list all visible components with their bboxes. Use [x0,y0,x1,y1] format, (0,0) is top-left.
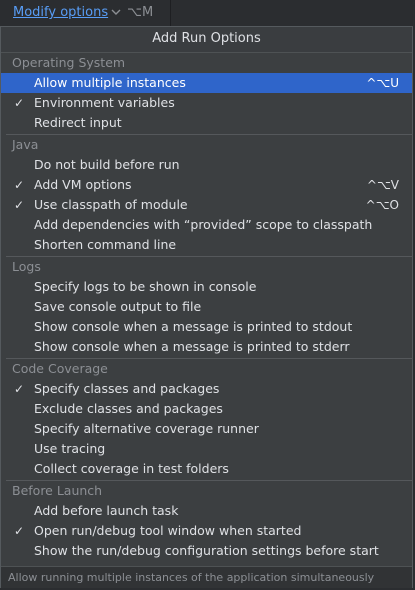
option-label: Specify alternative coverage runner [34,421,259,436]
option-label: Add VM options [34,177,132,192]
option-label: Redirect input [34,115,122,130]
footer-text: Allow running multiple instances of the … [8,571,375,584]
option-item[interactable]: Exclude classes and packages [1,399,412,419]
section-separator [6,480,413,481]
option-item[interactable]: Redirect input [1,113,412,133]
option-shortcut: ^⌥V [366,178,399,192]
option-item[interactable]: Show the run/debug configuration setting… [1,541,412,561]
section-header: Operating System [12,55,126,70]
option-item[interactable]: ✓ Specify classes and packages [1,379,412,399]
option-label: Save console output to file [34,299,202,314]
option-label: Allow multiple instances [34,75,186,90]
option-item[interactable]: Allow multiple instances ^⌥U [1,73,412,93]
option-item[interactable]: Save console output to file [1,297,412,317]
chevron-down-icon[interactable] [110,6,122,18]
option-item[interactable]: ✓ Add VM options ^⌥V [1,175,412,195]
section-separator [6,358,413,359]
option-label: Use classpath of module [34,197,188,212]
section-header: Java [12,137,39,152]
option-item[interactable]: Shorten command line [1,235,412,255]
add-run-options-popup: Add Run Options Operating System Allow mu… [0,26,413,588]
option-shortcut: ^⌥U [366,76,399,90]
popup-footer-hint: Allow running multiple instances of the … [1,566,412,588]
option-label: Show console when a message is printed t… [34,339,350,354]
option-item[interactable]: Show console when a message is printed t… [1,337,412,357]
option-item[interactable]: ✓ Use classpath of module ^⌥O [1,195,412,215]
section-header: Before Launch [12,483,103,498]
option-item[interactable]: Specify logs to be shown in console [1,277,412,297]
toolbar-divider [170,0,171,26]
checkmark-icon: ✓ [14,178,25,192]
option-item[interactable]: Do not build before run [1,155,412,175]
popup-title: Add Run Options [1,27,412,53]
section-separator [6,256,413,257]
checkmark-icon: ✓ [14,96,25,110]
checkmark-icon: ✓ [14,524,25,538]
option-label: Show console when a message is printed t… [34,319,353,334]
option-item[interactable]: ✓ Environment variables [1,93,412,113]
option-shortcut: ^⌥O [365,198,399,212]
option-label: Exclude classes and packages [34,401,223,416]
option-item[interactable]: Add dependencies with “provided” scope t… [1,215,412,235]
option-label: Open run/debug tool window when started [34,523,302,538]
option-item[interactable]: Add before launch task [1,501,412,521]
option-item[interactable]: Specify alternative coverage runner [1,419,412,439]
checkmark-icon: ✓ [14,198,25,212]
option-label: Use tracing [34,441,106,456]
option-label: Shorten command line [34,237,177,252]
modify-options-shortcut: ⌥M [127,5,154,20]
option-item[interactable]: Use tracing [1,439,412,459]
option-label: Show the run/debug configuration setting… [34,543,379,558]
section-header: Logs [12,259,41,274]
section-separator [6,134,413,135]
modify-options-link[interactable]: Modify options [13,5,108,20]
option-label: Specify classes and packages [34,381,220,396]
option-item[interactable]: Collect coverage in test folders [1,459,412,479]
option-label: Do not build before run [34,157,180,172]
option-item[interactable]: ✓ Open run/debug tool window when started [1,521,412,541]
option-label: Collect coverage in test folders [34,461,229,476]
option-label: Specify logs to be shown in console [34,279,257,294]
checkmark-icon: ✓ [14,382,25,396]
section-header: Code Coverage [12,361,108,376]
option-label: Add before launch task [34,503,179,518]
option-label: Environment variables [34,95,175,110]
modify-options-bar: Modify options ⌥M [0,0,415,26]
option-item[interactable]: Show console when a message is printed t… [1,317,412,337]
option-label: Add dependencies with “provided” scope t… [34,217,373,232]
